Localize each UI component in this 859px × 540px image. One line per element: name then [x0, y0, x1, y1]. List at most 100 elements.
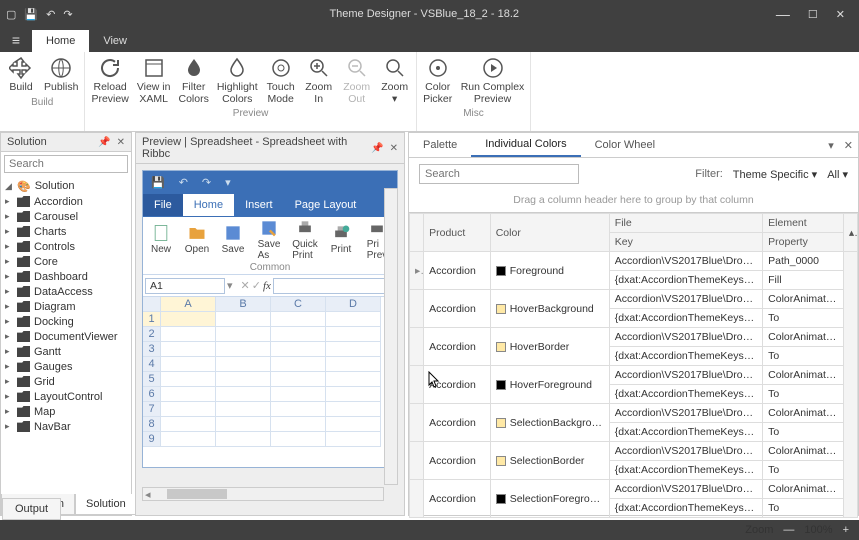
highlight-colors-button[interactable]: HighlightColors — [213, 54, 262, 107]
zoom-in-button[interactable]: ZoomIn — [300, 54, 338, 107]
ss-new-button[interactable]: New — [143, 217, 179, 261]
touch-mode-button[interactable]: TouchMode — [262, 54, 300, 107]
cancel-formula-icon[interactable]: ✕ — [241, 279, 250, 292]
formula-bar[interactable] — [273, 278, 395, 294]
status-bar: Zoom — 100% + — [0, 520, 859, 540]
folder-icon — [17, 391, 30, 402]
col-key[interactable]: Key — [609, 233, 762, 252]
tree-item[interactable]: ▸Controls — [1, 239, 131, 254]
spreadsheet-grid[interactable]: ABCD123456789 — [143, 297, 397, 447]
col-file[interactable]: File — [609, 214, 762, 233]
tree-item[interactable]: ▸NavBar — [1, 419, 131, 434]
colors-search-input[interactable] — [419, 164, 579, 184]
ss-save-icon[interactable]: 💾 — [151, 176, 165, 189]
close-icon[interactable]: ✕ — [836, 8, 845, 21]
pin-icon[interactable]: 📌 — [98, 137, 110, 148]
table-row[interactable]: AccordionSelectionForegroundAccordion\VS… — [410, 480, 858, 499]
ss-redo-icon[interactable]: ↷ — [202, 176, 211, 189]
tree-item[interactable]: ▸Carousel — [1, 209, 131, 224]
accept-formula-icon[interactable]: ✓ — [252, 279, 261, 292]
close-panel-icon[interactable]: ✕ — [390, 143, 398, 154]
close-panel-icon[interactable]: ✕ — [117, 137, 125, 148]
tab-view[interactable]: View — [89, 30, 141, 52]
menu-icon[interactable]: ▾ — [823, 139, 839, 152]
app-menu-icon[interactable]: ≡ — [0, 28, 32, 52]
color-picker-button[interactable]: ColorPicker — [419, 54, 457, 107]
tree-item[interactable]: ▸Gantt — [1, 344, 131, 359]
table-row[interactable]: ▸AccordionForegroundAccordion\VS2017Blue… — [410, 252, 858, 271]
zoom-in-icon[interactable]: + — [843, 524, 849, 536]
preview-vscroll[interactable] — [384, 188, 398, 485]
folder-icon — [17, 256, 30, 267]
undo-icon[interactable]: ↶ — [46, 8, 55, 21]
table-row[interactable]: AccordionHoverForegroundAccordion\VS2017… — [410, 366, 858, 385]
ss-undo-icon[interactable]: ↶ — [179, 176, 188, 189]
col-property[interactable]: Property — [763, 233, 844, 252]
ribbon-tab-strip: ≡ Home View — [0, 28, 859, 52]
close-panel-icon[interactable]: ✕ — [839, 139, 858, 152]
cell-reference-input[interactable] — [145, 278, 225, 294]
ss-save-button[interactable]: Save — [215, 217, 251, 261]
tree-item[interactable]: ▸Grid — [1, 374, 131, 389]
col-color[interactable]: Color — [490, 214, 609, 252]
tree-item[interactable]: ▸DataAccess — [1, 284, 131, 299]
tree-item[interactable]: ▸Core — [1, 254, 131, 269]
tree-item[interactable]: ▸Diagram — [1, 299, 131, 314]
redo-icon[interactable]: ↷ — [63, 8, 72, 21]
folder-icon — [17, 196, 30, 207]
preview-hscroll[interactable]: ◂ — [142, 487, 384, 501]
tab-solution[interactable]: Solution — [75, 494, 137, 515]
ss-save-as-button[interactable]: SaveAs — [251, 217, 287, 261]
tab-home[interactable]: Home — [32, 30, 89, 52]
solution-tree[interactable]: ◢🎨Solution ▸Accordion▸Carousel▸Charts▸Co… — [1, 176, 131, 494]
save-icon[interactable]: 💾 — [24, 8, 38, 21]
tree-item[interactable]: ▸Map — [1, 404, 131, 419]
zoom-out-icon[interactable]: — — [783, 524, 794, 536]
folder-icon — [17, 241, 30, 252]
ss-menu-icon[interactable]: ▾ — [225, 176, 231, 189]
tree-item[interactable]: ▸Docking — [1, 314, 131, 329]
filter-all-dropdown[interactable]: All ▾ — [827, 168, 848, 181]
tab-palette[interactable]: Palette — [409, 134, 471, 156]
table-row[interactable]: AccordionHoverBorderAccordion\VS2017Blue… — [410, 328, 858, 347]
col-product[interactable]: Product — [424, 214, 491, 252]
tree-item[interactable]: ▸Dashboard — [1, 269, 131, 284]
view-xaml-button[interactable]: View inXAML — [133, 54, 175, 107]
minimize-icon[interactable]: ― — [776, 6, 790, 22]
filter-theme-dropdown[interactable]: Theme Specific ▾ — [733, 168, 817, 181]
tree-item[interactable]: ▸DocumentViewer — [1, 329, 131, 344]
publish-button[interactable]: Publish — [40, 54, 82, 96]
colors-grid[interactable]: ProductColorFileElement▴ KeyProperty ▸Ac… — [409, 212, 858, 518]
reload-preview-button[interactable]: ReloadPreview — [87, 54, 132, 107]
tree-item[interactable]: ▸LayoutControl — [1, 389, 131, 404]
maximize-icon[interactable]: ☐ — [808, 8, 818, 21]
grid-vscroll-up[interactable]: ▴ — [843, 214, 857, 252]
tree-item[interactable]: ▸Charts — [1, 224, 131, 239]
table-row[interactable]: AccordionSelectionBorderAccordion\VS2017… — [410, 442, 858, 461]
ss-tab-home[interactable]: Home — [183, 194, 234, 216]
pin-icon[interactable]: 📌 — [371, 143, 383, 154]
tree-item[interactable]: ▸Gauges — [1, 359, 131, 374]
tab-color-wheel[interactable]: Color Wheel — [581, 134, 670, 156]
table-row[interactable]: AccordionSelectionBackgroundAccordion\VS… — [410, 404, 858, 423]
ss-quick-print-button[interactable]: QuickPrint — [287, 217, 323, 261]
ss-tab-insert[interactable]: Insert — [234, 194, 284, 216]
tree-item[interactable]: ▸Accordion — [1, 194, 131, 209]
tab-output[interactable]: Output — [2, 498, 61, 520]
ss-open-button[interactable]: Open — [179, 217, 215, 261]
ss-tab-page-layout[interactable]: Page Layout — [284, 194, 368, 216]
col-element[interactable]: Element — [763, 214, 844, 233]
ss-tab-file[interactable]: File — [143, 194, 183, 216]
group-by-hint[interactable]: Drag a column header here to group by th… — [409, 190, 858, 212]
filter-colors-button[interactable]: FilterColors — [174, 54, 212, 107]
ss-print-button[interactable]: Print — [323, 217, 359, 261]
build-button[interactable]: Build — [2, 54, 40, 96]
folder-icon — [17, 376, 30, 387]
tab-individual-colors[interactable]: Individual Colors — [471, 133, 580, 157]
new-project-icon[interactable]: ▢ — [6, 8, 16, 21]
table-row[interactable]: AccordionHoverBackgroundAccordion\VS2017… — [410, 290, 858, 309]
solution-search-input[interactable] — [4, 155, 128, 173]
zoom-button[interactable]: Zoom▾ — [376, 54, 414, 107]
run-complex-preview-button[interactable]: Run ComplexPreview — [457, 54, 529, 107]
fx-icon[interactable]: fx — [263, 280, 271, 292]
